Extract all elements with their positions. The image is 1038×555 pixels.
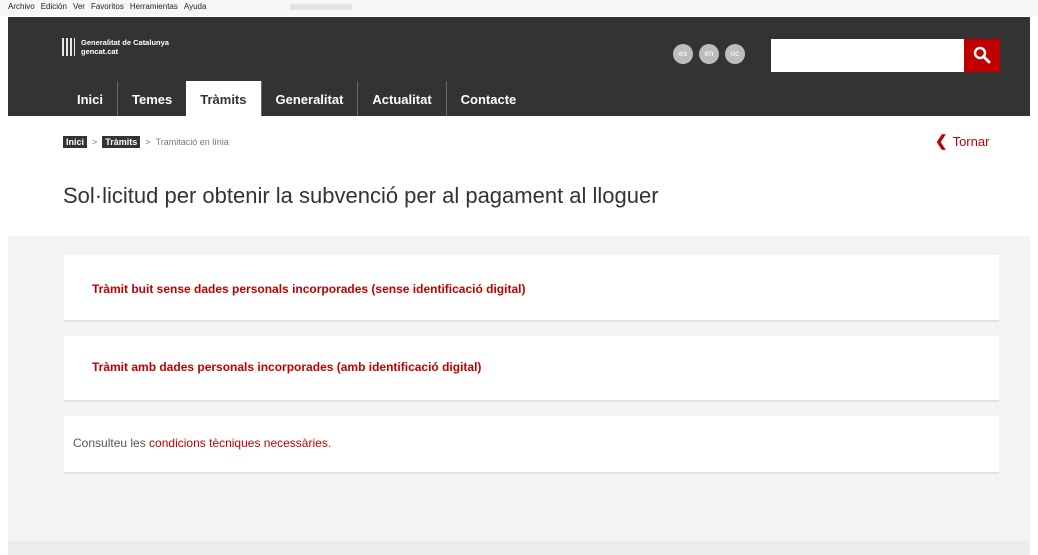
technical-conditions-link[interactable]: condicions tècniques necessàries — [149, 436, 328, 450]
search-button[interactable] — [964, 39, 1000, 72]
page-title: Sol·licitud per obtenir la subvenció per… — [63, 183, 659, 208]
info-suffix: . — [327, 436, 332, 450]
language-oc-button[interactable]: oc — [725, 44, 745, 64]
generalitat-emblem-icon — [62, 38, 75, 56]
nav-item-actualitat[interactable]: Actualitat — [357, 81, 445, 116]
option-card-without-id[interactable]: Tràmit buit sense dades personals incorp… — [64, 255, 999, 322]
back-label: Tornar — [952, 134, 990, 149]
back-link[interactable]: ❮ Tornar — [935, 134, 989, 149]
browser-menubar: Archivo Edición Ver Favoritos Herramient… — [0, 0, 1038, 16]
chevron-left-icon: ❮ — [935, 133, 948, 150]
nav-item-contacte[interactable]: Contacte — [445, 81, 531, 116]
logo-line-2: gencat.cat — [81, 47, 119, 56]
menu-item-edicion[interactable]: Edición — [41, 2, 67, 11]
menu-item-favoritos[interactable]: Favoritos — [91, 2, 124, 11]
breadcrumb-item-current: Tramitació en línia — [155, 137, 229, 147]
footer-strip — [8, 541, 1030, 555]
browser-menu: Archivo Edición Ver Favoritos Herramient… — [8, 2, 206, 11]
search-icon — [973, 46, 991, 64]
option-card-with-id[interactable]: Tràmit amb dades personals incorporades … — [64, 336, 999, 402]
language-en-button[interactable]: en — [699, 44, 719, 64]
menu-item-ver[interactable]: Ver — [73, 2, 85, 11]
language-es-button[interactable]: es — [673, 44, 693, 64]
nav-item-generalitat[interactable]: Generalitat — [260, 81, 358, 116]
breadcrumb: Inici > Tràmits > Tramitació en línia — [63, 136, 229, 148]
nav-item-inici[interactable]: Inici — [63, 81, 117, 116]
logo-text: Generalitat de Catalunya gencat.cat — [81, 38, 169, 56]
breadcrumb-separator: > — [92, 137, 98, 147]
menu-item-ayuda[interactable]: Ayuda — [184, 2, 207, 11]
nav-item-tramits[interactable]: Tràmits — [186, 81, 261, 116]
breadcrumb-separator: > — [145, 137, 151, 147]
option-link-without-id[interactable]: Tràmit buit sense dades personals incorp… — [92, 282, 525, 296]
option-link-with-id[interactable]: Tràmit amb dades personals incorporades … — [92, 360, 481, 374]
gencat-logo[interactable]: Generalitat de Catalunya gencat.cat — [62, 38, 169, 56]
logo-line-1: Generalitat de Catalunya — [81, 38, 169, 47]
nav-item-temes[interactable]: Temes — [117, 81, 186, 116]
breadcrumb-item-tramits[interactable]: Tràmits — [102, 136, 141, 148]
browser-tab-strip — [290, 4, 352, 10]
site-header: Generalitat de Catalunya gencat.cat es e… — [8, 17, 1030, 116]
main-nav: Inici Temes Tràmits Generalitat Actualit… — [63, 81, 530, 116]
info-text: Consulteu les condicions tècniques neces… — [73, 436, 331, 450]
info-card: Consulteu les condicions tècniques neces… — [64, 416, 999, 474]
search-input[interactable] — [771, 39, 964, 72]
language-selector: es en oc — [673, 44, 745, 64]
menu-item-archivo[interactable]: Archivo — [8, 2, 35, 11]
breadcrumb-item-inici[interactable]: Inici — [63, 136, 88, 148]
info-prefix: Consulteu les — [73, 436, 150, 450]
menu-item-herramientas[interactable]: Herramientas — [130, 2, 178, 11]
